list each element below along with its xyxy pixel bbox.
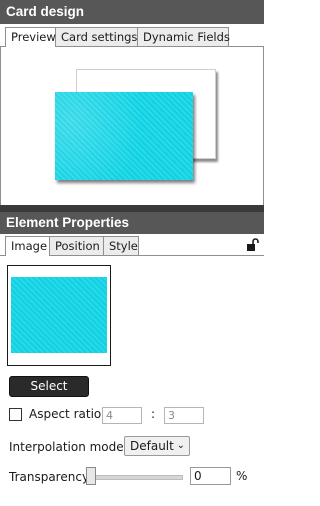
card-design-header: Card design — [0, 0, 264, 24]
transparency-unit: % — [236, 469, 248, 483]
aspect-width-input[interactable]: 4 — [102, 407, 142, 424]
card-design-title: Card design — [6, 4, 85, 19]
select-image-button[interactable]: Select Image — [9, 376, 89, 412]
aspect-ratio-label: Aspect ratio — [29, 407, 102, 421]
transparency-slider-track[interactable] — [89, 475, 183, 480]
tab-card-settings[interactable]: Card settings — [55, 27, 138, 46]
card-design-tabs: Preview Card settings Dynamic Fields — [5, 27, 230, 47]
interpolation-mode-label: Interpolation mode: — [9, 440, 128, 454]
unlocked-padlock-icon[interactable] — [246, 238, 260, 252]
tab-position[interactable]: Position — [49, 236, 104, 255]
image-thumbnail — [7, 265, 111, 366]
aspect-ratio-checkbox[interactable] — [9, 408, 22, 421]
tab-image[interactable]: Image — [5, 236, 50, 256]
element-properties-title: Element Properties — [6, 215, 130, 230]
element-properties-header: Element Properties — [0, 212, 264, 234]
aspect-separator: : — [151, 407, 156, 421]
tab-style[interactable]: Style — [103, 236, 139, 255]
card-front-preview[interactable] — [55, 92, 193, 180]
interpolation-mode-select[interactable]: Default ⌄ — [124, 436, 190, 456]
aspect-height-input[interactable]: 3 — [164, 407, 204, 424]
thumbnail-image — [11, 277, 107, 353]
tab-dynamic-fields[interactable]: Dynamic Fields — [137, 27, 230, 46]
chevron-down-icon: ⌄ — [176, 440, 185, 451]
transparency-slider-thumb[interactable] — [86, 467, 96, 485]
interpolation-mode-value: Default — [130, 439, 174, 453]
element-properties-tabs: Image Position Style — [5, 236, 139, 256]
tab-preview[interactable]: Preview — [5, 27, 56, 47]
transparency-input[interactable]: 0 — [190, 467, 231, 485]
transparency-label: Transparency: — [9, 470, 93, 484]
panel-splitter[interactable] — [0, 205, 264, 212]
